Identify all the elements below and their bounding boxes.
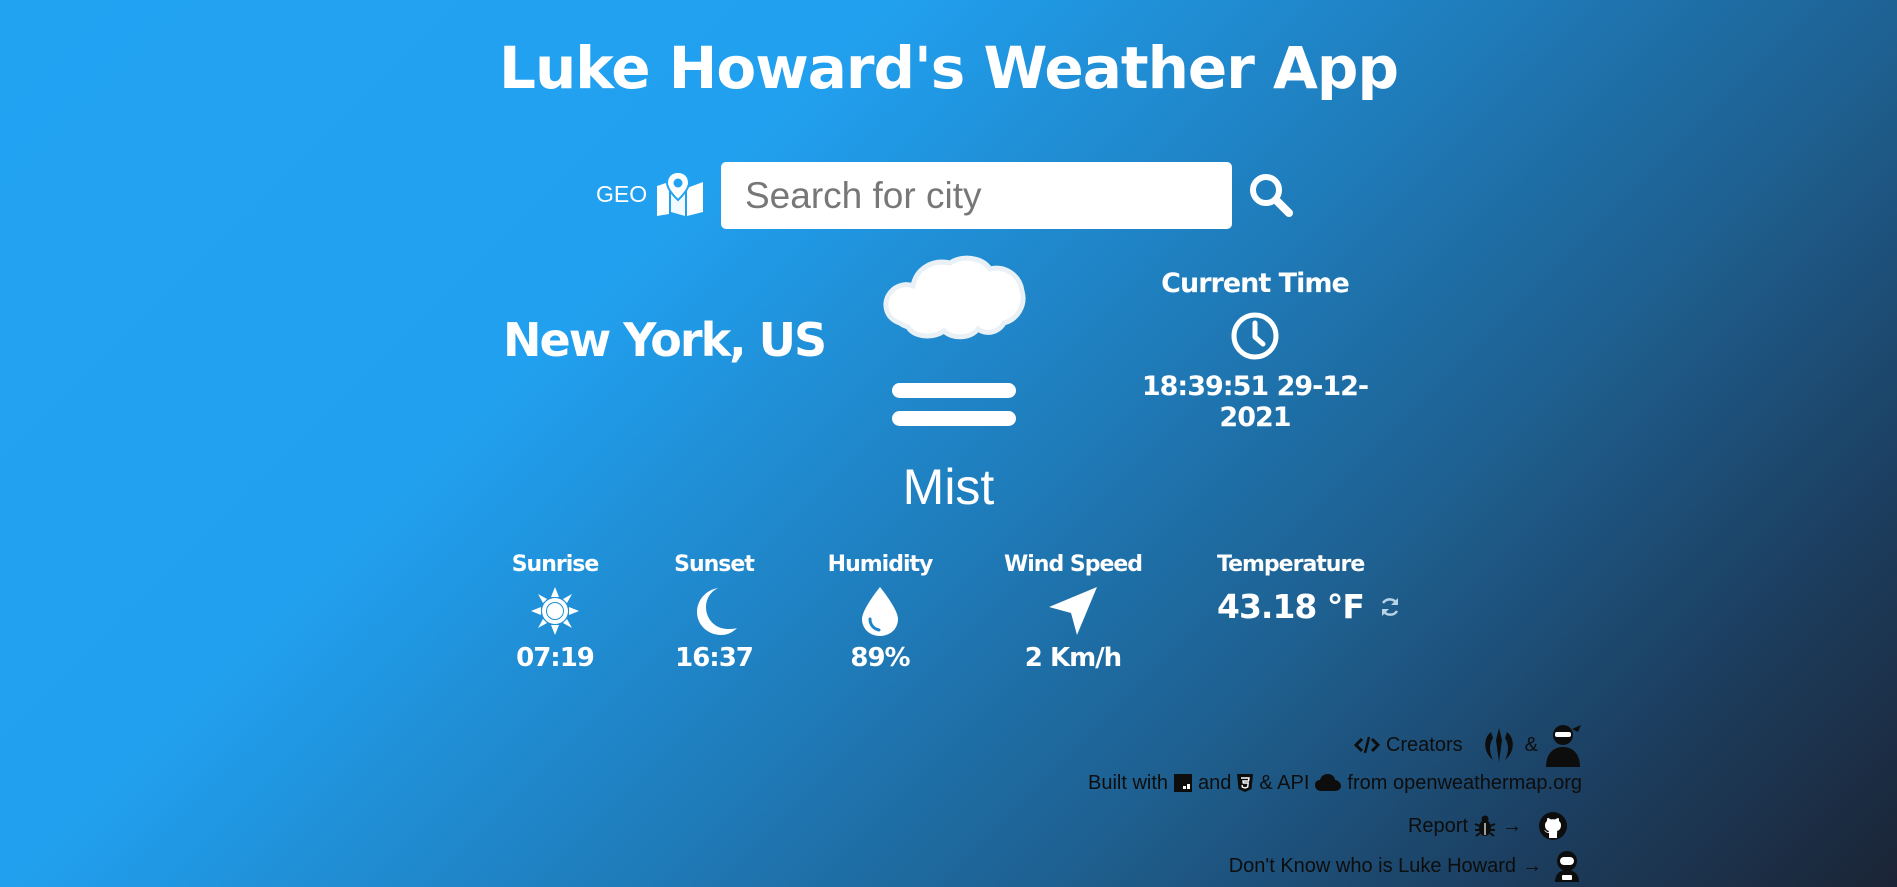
temperature-stat: Temperature 43.18 °F xyxy=(1217,552,1402,626)
github-icon[interactable] xyxy=(1538,811,1568,841)
droplet-icon xyxy=(862,587,898,636)
search-input[interactable] xyxy=(721,162,1232,229)
bug-icon xyxy=(1474,815,1496,837)
geo-label: GEO xyxy=(596,180,648,207)
weather-condition: Mist xyxy=(902,459,995,515)
api-prefix-text: & API xyxy=(1259,771,1310,794)
humidity-label: Humidity xyxy=(827,552,934,577)
built-with-text: Built with xyxy=(1087,771,1169,794)
temperature-label: Temperature xyxy=(1217,552,1365,577)
creators-link[interactable]: Creators xyxy=(1386,734,1463,757)
cloud-icon xyxy=(1315,774,1342,791)
report-arrow: → xyxy=(1502,814,1522,837)
footer-built-with-line: Built with and & API from openweathermap… xyxy=(1088,768,1582,798)
dont-know-text: Don't Know who is Luke Howard xyxy=(1228,854,1516,877)
js-icon xyxy=(1174,774,1193,792)
map-marker-icon xyxy=(657,172,704,216)
current-time-value: 18:39:51 29-12-2021 xyxy=(1141,371,1369,433)
search-icon[interactable] xyxy=(1248,172,1294,218)
jedi-order-icon[interactable] xyxy=(1479,726,1519,764)
sunrise-label: Sunrise xyxy=(511,552,600,577)
moon-icon xyxy=(697,588,737,635)
wind-label: Wind Speed xyxy=(1003,552,1143,577)
sunrise-value: 07:19 xyxy=(516,643,595,673)
app-title: Luke Howard's Weather App xyxy=(499,34,1399,102)
mist-icon xyxy=(883,255,1026,426)
and-text: and xyxy=(1198,771,1232,794)
wind-value: 2 Km/h xyxy=(1024,643,1122,673)
code-icon xyxy=(1353,736,1380,754)
humidity-stat: Humidity 89% xyxy=(820,552,940,673)
footer-creators-line: Creators & xyxy=(1088,722,1582,768)
who-arrow: → xyxy=(1522,854,1542,877)
wind-stat: Wind Speed 2 Km/h xyxy=(1003,552,1143,673)
geo-location-button[interactable]: GEO xyxy=(596,172,705,216)
user-ninja-icon[interactable] xyxy=(1544,723,1582,767)
sunset-value: 16:37 xyxy=(675,643,754,673)
current-time-block: Current Time 18:39:51 29-12-2021 xyxy=(1110,268,1400,433)
clock-icon xyxy=(1231,312,1279,360)
report-text: Report xyxy=(1407,814,1468,837)
html5-icon xyxy=(1237,774,1254,792)
user-astronaut-icon[interactable] xyxy=(1552,850,1582,882)
footer-report-line: Report → xyxy=(1088,808,1582,844)
humidity-value: 89% xyxy=(850,643,910,673)
sunset-stat: Sunset 16:37 xyxy=(664,552,764,673)
sunset-label: Sunset xyxy=(674,552,755,577)
sun-icon xyxy=(531,587,579,635)
temperature-value: 43.18 °F xyxy=(1217,587,1365,626)
footer-amp: & xyxy=(1524,733,1538,756)
location-arrow-icon xyxy=(1049,587,1097,635)
footer: Creators & Built with and & API from ope… xyxy=(1088,722,1582,884)
sunrise-stat: Sunrise 07:19 xyxy=(505,552,605,673)
openweathermap-link[interactable]: from openweathermap.org xyxy=(1347,772,1582,795)
footer-who-line: Don't Know who is Luke Howard → xyxy=(1088,848,1582,884)
current-time-label: Current Time xyxy=(1161,268,1350,299)
refresh-icon[interactable] xyxy=(1378,595,1402,619)
city-name: New York, US xyxy=(503,313,827,367)
